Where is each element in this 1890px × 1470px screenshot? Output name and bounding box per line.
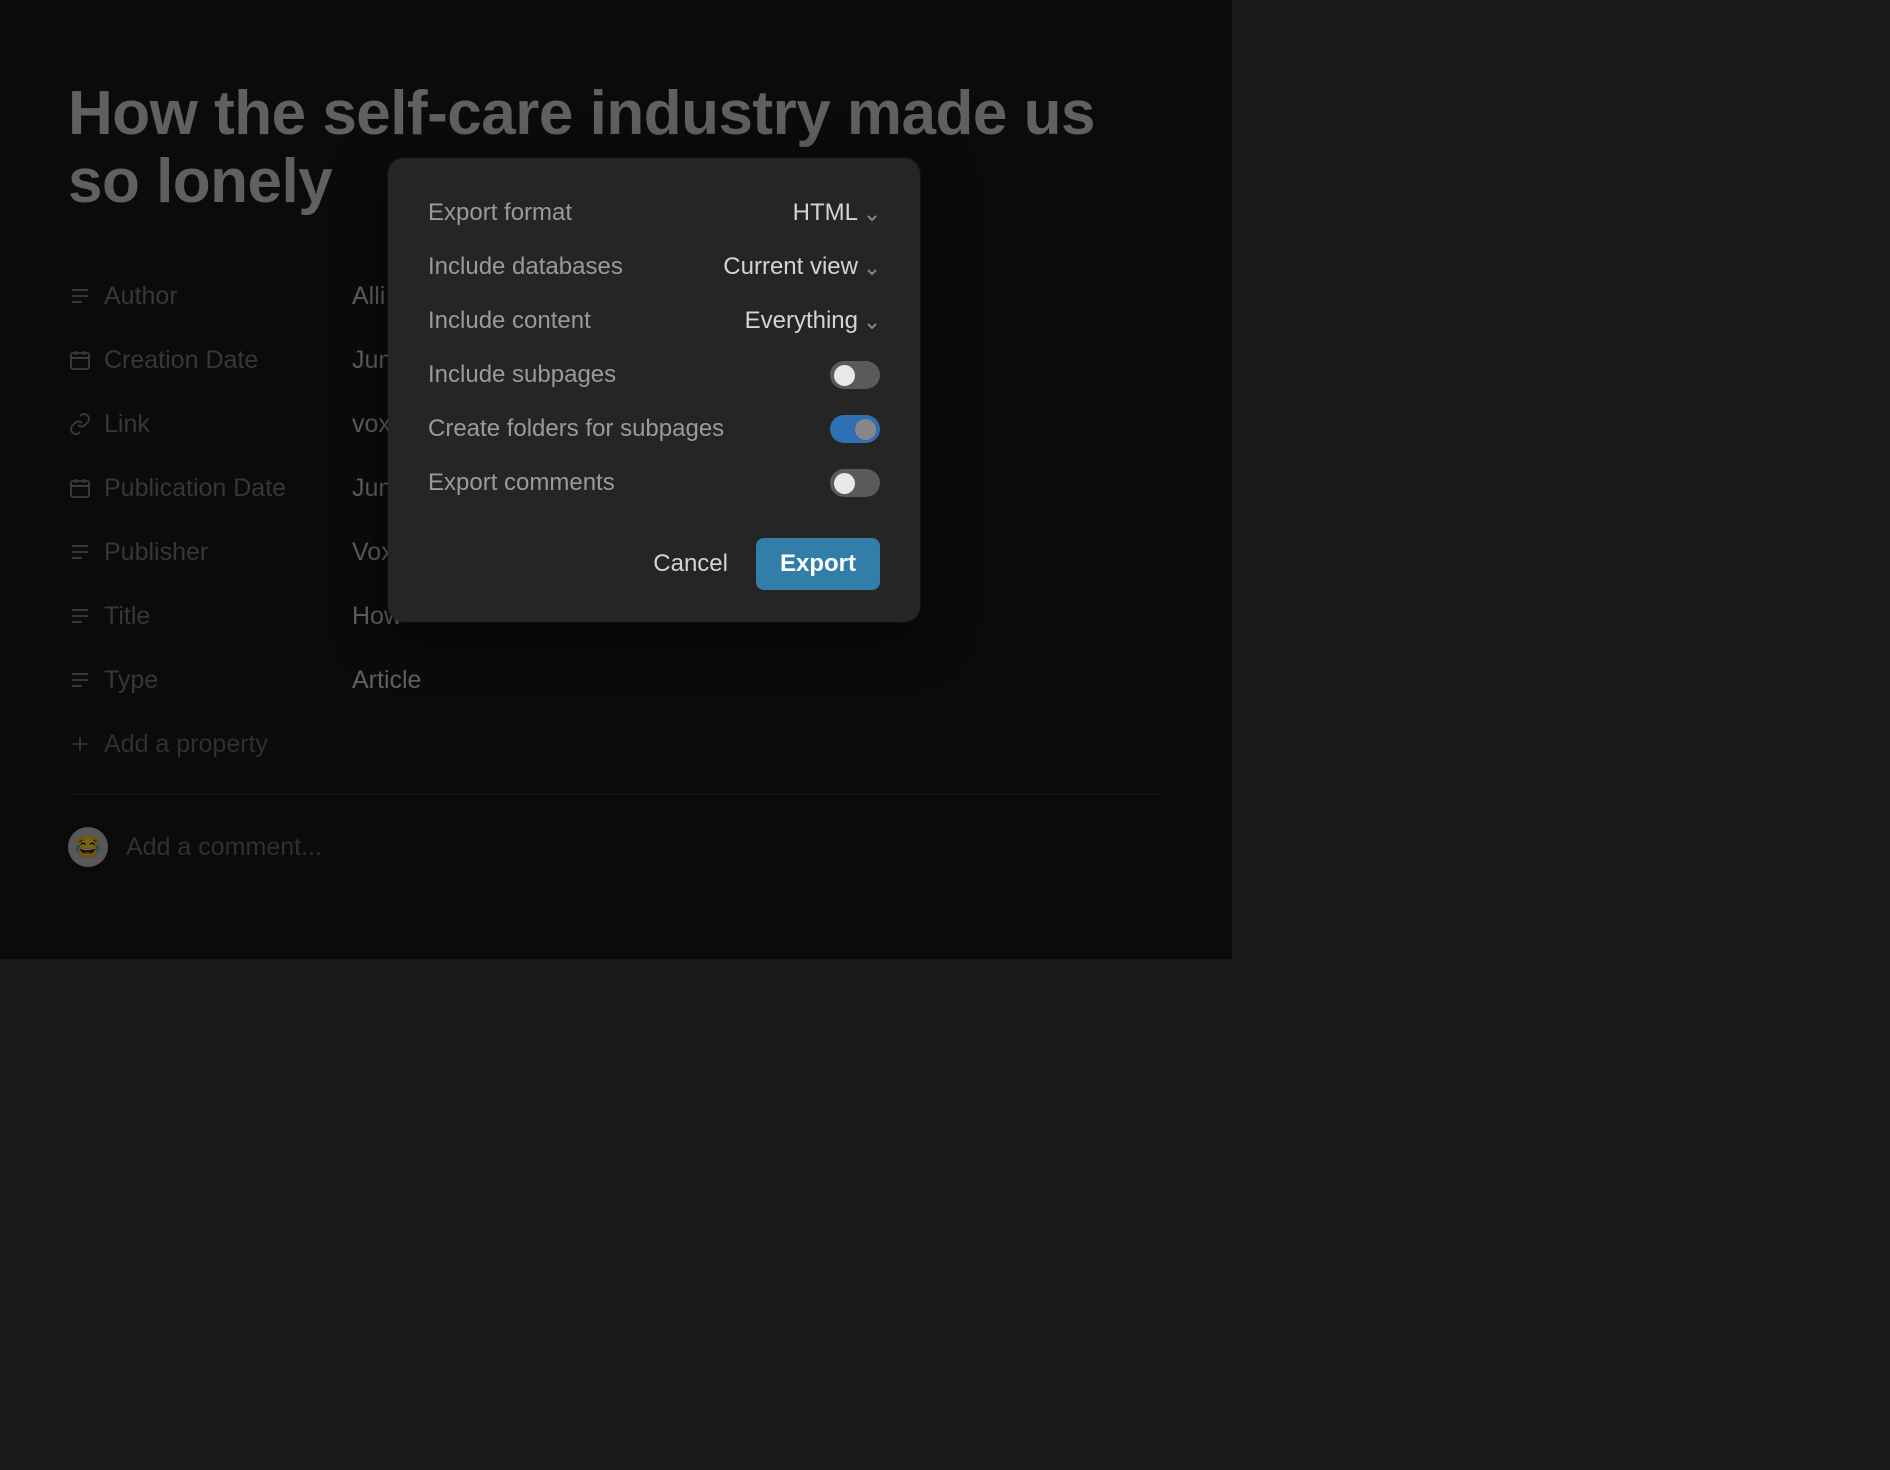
- export-comments-toggle[interactable]: [830, 469, 880, 497]
- modal-row-create-folders: Create folders for subpages: [428, 402, 880, 456]
- export-format-select[interactable]: HTML: [793, 199, 880, 227]
- modal-row-export-comments: Export comments: [428, 456, 880, 510]
- select-value: HTML: [793, 199, 858, 227]
- modal-row-include-content: Include content Everything: [428, 294, 880, 348]
- export-modal: Export format HTML Include databases Cur…: [388, 158, 920, 622]
- toggle-knob: [834, 365, 855, 386]
- modal-label: Export format: [428, 199, 572, 227]
- select-value: Everything: [745, 307, 858, 335]
- modal-label: Include content: [428, 307, 591, 335]
- toggle-knob: [855, 419, 876, 440]
- include-content-select[interactable]: Everything: [745, 307, 880, 335]
- modal-label: Create folders for subpages: [428, 415, 724, 443]
- include-databases-select[interactable]: Current view: [723, 253, 880, 281]
- modal-label: Include databases: [428, 253, 623, 281]
- modal-row-include-databases: Include databases Current view: [428, 240, 880, 294]
- modal-row-include-subpages: Include subpages: [428, 348, 880, 402]
- select-value: Current view: [723, 253, 858, 281]
- chevron-down-icon: [864, 313, 880, 329]
- modal-actions: Cancel Export: [428, 538, 880, 590]
- create-folders-toggle[interactable]: [830, 415, 880, 443]
- modal-row-export-format: Export format HTML: [428, 186, 880, 240]
- cancel-button[interactable]: Cancel: [653, 550, 728, 578]
- export-button[interactable]: Export: [756, 538, 880, 590]
- include-subpages-toggle[interactable]: [830, 361, 880, 389]
- toggle-knob: [834, 473, 855, 494]
- modal-label: Include subpages: [428, 361, 616, 389]
- chevron-down-icon: [864, 205, 880, 221]
- modal-label: Export comments: [428, 469, 615, 497]
- chevron-down-icon: [864, 259, 880, 275]
